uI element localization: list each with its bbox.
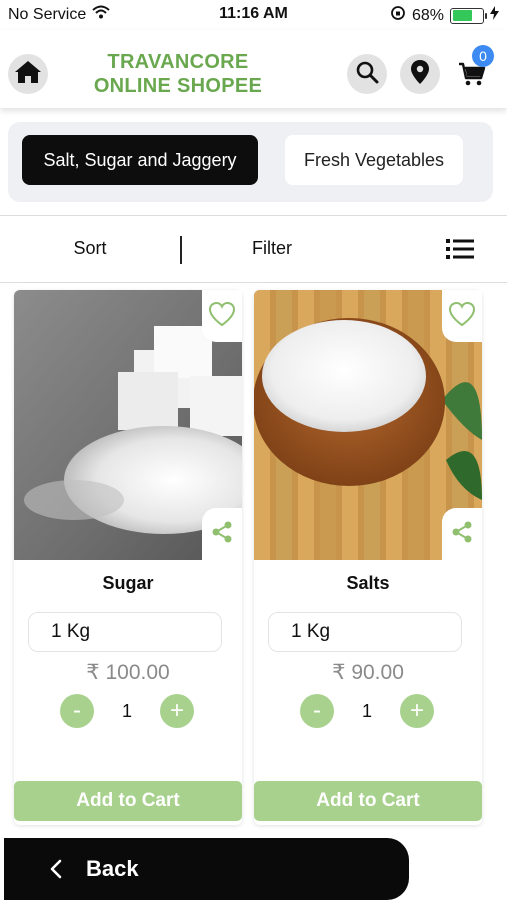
- brand-line-2: ONLINE SHOPEE: [93, 75, 263, 97]
- quantity-value: 1: [361, 701, 372, 721]
- home-button[interactable]: [8, 54, 48, 94]
- battery-icon: [450, 7, 487, 24]
- quantity-stepper: - 1 +: [254, 692, 482, 730]
- favorite-button[interactable]: [442, 290, 482, 342]
- increment-button[interactable]: +: [400, 694, 434, 728]
- sort-filter-bar: Sort Filter: [0, 216, 507, 282]
- back-label: Back: [86, 856, 139, 881]
- quantity-stepper: - 1 +: [14, 692, 242, 730]
- heart-icon: [448, 301, 476, 332]
- product-name: Salts: [346, 573, 390, 593]
- status-right: 68%: [390, 5, 499, 26]
- quantity-value: 1: [121, 701, 132, 721]
- decrement-button[interactable]: -: [300, 694, 334, 728]
- share-icon: [450, 520, 474, 549]
- decrement-button[interactable]: -: [60, 694, 94, 728]
- list-view-button[interactable]: [446, 238, 474, 260]
- product-name: Sugar: [102, 573, 154, 593]
- product-price: ₹ 90.00: [332, 661, 404, 684]
- favorite-button[interactable]: [202, 290, 242, 342]
- status-bar: No Service 11:16 AM 68%: [0, 0, 507, 30]
- product-card-sugar[interactable]: Sugar 1 Kg ₹ 100.00 - 1 + Add to Cart: [14, 290, 242, 825]
- divider: [0, 282, 507, 283]
- sort-button[interactable]: Sort: [40, 238, 140, 259]
- share-button[interactable]: [202, 508, 242, 560]
- brand-line-1: TRAVANCORE: [107, 51, 249, 73]
- orientation-lock-icon: [390, 5, 406, 26]
- filter-button[interactable]: Filter: [222, 238, 322, 259]
- app-header: TRAVANCORE ONLINE SHOPEE 0: [0, 30, 507, 108]
- home-icon: [14, 59, 42, 90]
- category-tabs: Salt, Sugar and Jaggery Fresh Vegetables: [8, 122, 493, 202]
- chevron-left-icon: [44, 859, 68, 879]
- increment-button[interactable]: +: [160, 694, 194, 728]
- add-to-cart-button[interactable]: Add to Cart: [14, 781, 242, 821]
- battery-percent: 68%: [411, 6, 444, 24]
- add-to-cart-button[interactable]: Add to Cart: [254, 781, 482, 821]
- quantity-select[interactable]: 1 Kg: [28, 612, 222, 652]
- quantity-select[interactable]: 1 Kg: [268, 612, 462, 652]
- search-icon: [355, 60, 379, 89]
- category-tab-fresh-vegetables[interactable]: Fresh Vegetables: [285, 135, 463, 185]
- cart-count-badge: 0: [472, 45, 494, 67]
- app-screen: No Service 11:16 AM 68% TRAVANCORE ONLIN…: [0, 0, 507, 900]
- charging-icon: [490, 6, 499, 25]
- heart-icon: [208, 301, 236, 332]
- product-price: ₹ 100.00: [86, 661, 170, 684]
- brand-logo-text: TRAVANCORE ONLINE SHOPEE: [88, 50, 268, 98]
- product-card-salts[interactable]: Salts 1 Kg ₹ 90.00 - 1 + Add to Cart: [254, 290, 482, 825]
- toolbar-separator: [180, 236, 182, 264]
- category-tab-salt-sugar-jaggery[interactable]: Salt, Sugar and Jaggery: [22, 135, 258, 185]
- list-view-icon: [446, 239, 474, 264]
- share-icon: [210, 520, 234, 549]
- location-button[interactable]: [400, 54, 440, 94]
- share-button[interactable]: [442, 508, 482, 560]
- location-pin-icon: [410, 59, 430, 90]
- back-button[interactable]: Back: [4, 838, 409, 900]
- battery-level-fill: [452, 10, 473, 21]
- search-button[interactable]: [347, 54, 387, 94]
